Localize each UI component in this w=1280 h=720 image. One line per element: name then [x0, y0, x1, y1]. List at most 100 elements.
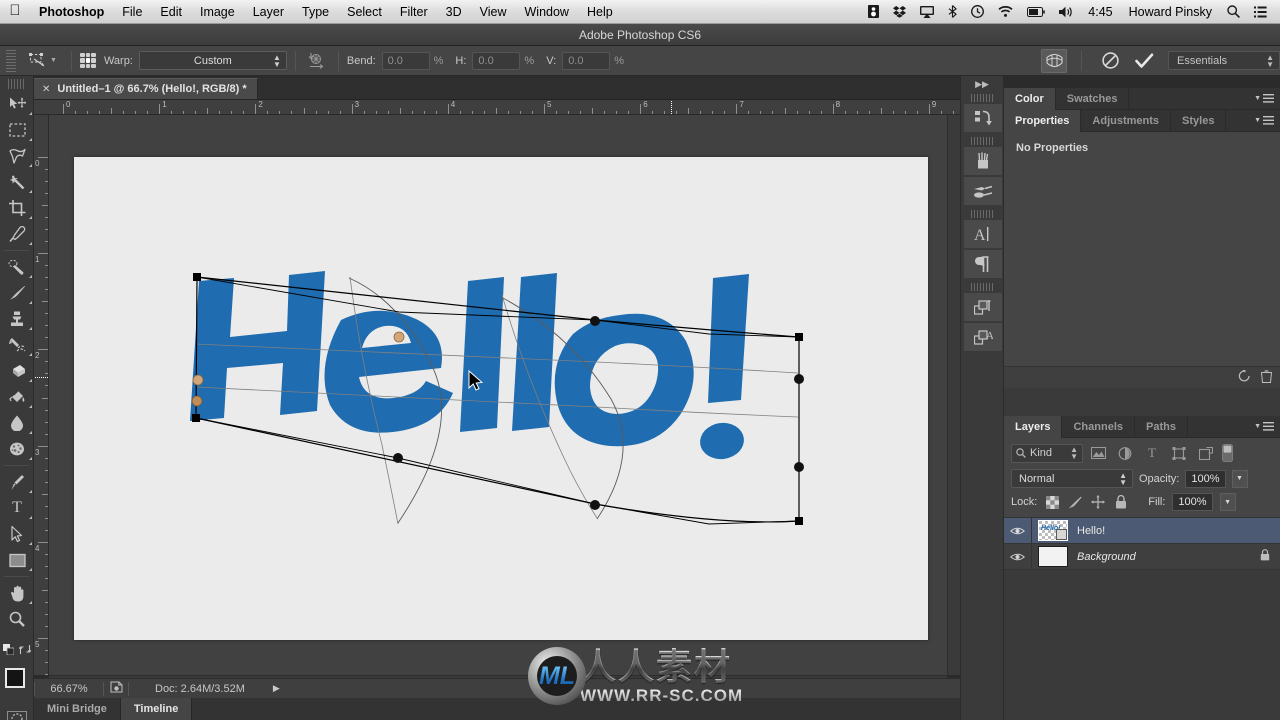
history-icon[interactable] [963, 103, 1003, 133]
menubar-username[interactable]: Howard Pinsky [1121, 5, 1220, 19]
paragraph-styles-icon[interactable]: A [963, 322, 1003, 352]
menu-window[interactable]: Window [516, 0, 578, 24]
timemachine-icon[interactable] [964, 0, 991, 24]
eye-icon[interactable] [1004, 543, 1032, 570]
tab-adjustments[interactable]: Adjustments [1081, 109, 1172, 132]
menu-layer[interactable]: Layer [244, 0, 293, 24]
rectangle-tool[interactable] [0, 547, 34, 573]
paragraph-icon[interactable] [963, 249, 1003, 279]
tool-preset-chevron-down-icon[interactable]: ▼ [50, 57, 57, 64]
dock-grip[interactable] [971, 137, 993, 145]
quick-selection-tool[interactable] [0, 169, 34, 195]
color-swatches[interactable] [0, 664, 34, 706]
vertical-ruler[interactable]: 0123456 [34, 115, 49, 675]
menu-file[interactable]: File [113, 0, 151, 24]
apple-logo-icon[interactable]:  [0, 3, 30, 20]
menu-type[interactable]: Type [293, 0, 338, 24]
volume-icon[interactable] [1052, 0, 1080, 24]
document-preview-icon[interactable] [104, 681, 128, 696]
horizontal-ruler[interactable]: 0 1 2 3 4 5 6 7 8 9 [34, 100, 960, 115]
menu-edit[interactable]: Edit [151, 0, 191, 24]
brush-tool[interactable] [0, 280, 34, 306]
change-warp-orientation-icon[interactable] [304, 49, 330, 73]
tab-channels[interactable]: Channels [1062, 415, 1135, 438]
layer-filter-kind-select[interactable]: Kind ▲ ▼ [1011, 443, 1083, 463]
close-tab-icon[interactable]: ✕ [42, 84, 50, 95]
brush-presets-icon[interactable] [963, 146, 1003, 176]
tab-paths[interactable]: Paths [1135, 415, 1188, 438]
panel-menu-icon[interactable]: ▼ [1254, 116, 1274, 125]
dock-grip[interactable] [971, 283, 993, 291]
crop-tool[interactable] [0, 195, 34, 221]
lock-image-pixels-icon[interactable] [1067, 494, 1083, 510]
hand-tool[interactable] [0, 580, 34, 606]
menu-3d[interactable]: 3D [437, 0, 471, 24]
type-layer-filter-icon[interactable]: T [1140, 443, 1164, 463]
fill-slider-chevron-down-icon[interactable]: ▼ [1219, 493, 1236, 511]
airplay-icon[interactable] [913, 0, 941, 24]
tab-color[interactable]: Color [1004, 87, 1056, 110]
blur-tool[interactable] [0, 410, 34, 436]
h-input[interactable]: 0.0 [472, 51, 521, 70]
blend-mode-select[interactable]: Normal ▲ ▼ [1011, 469, 1133, 488]
layer-name[interactable]: Hello! [1077, 525, 1105, 537]
menubar-clock[interactable]: 4:45 [1080, 5, 1120, 19]
usb-device-icon[interactable] [861, 0, 886, 24]
dock-grip[interactable] [971, 210, 993, 218]
expand-panels-icon[interactable]: ▶▶ [961, 76, 1003, 92]
path-selection-tool[interactable] [0, 521, 34, 547]
lock-all-icon[interactable] [1113, 494, 1129, 510]
dropbox-icon[interactable] [886, 0, 913, 24]
layer-thumbnail[interactable]: Hello! [1038, 520, 1068, 541]
history-brush-tool[interactable] [0, 332, 34, 358]
wifi-icon[interactable] [991, 0, 1020, 24]
type-tool[interactable]: T [0, 495, 34, 521]
canvas-area[interactable] [49, 115, 960, 675]
cancel-transform-icon[interactable] [1096, 49, 1124, 73]
quick-mask-icon[interactable] [0, 706, 34, 720]
document-tab[interactable]: ✕ Untitled–1 @ 66.7% (Hello!, RGB/8) * [34, 78, 258, 99]
warp-overlay[interactable] [49, 115, 960, 675]
move-tool[interactable] [0, 91, 34, 117]
lock-transparent-pixels-icon[interactable] [1044, 494, 1060, 510]
warp-grid-icon[interactable] [79, 52, 96, 69]
tab-swatches[interactable]: Swatches [1056, 87, 1130, 110]
tab-timeline[interactable]: Timeline [120, 698, 193, 720]
zoom-tool[interactable] [0, 606, 34, 632]
notification-center-icon[interactable] [1247, 0, 1274, 24]
opacity-input[interactable]: 100% [1185, 469, 1226, 488]
layer-name[interactable]: Background [1077, 551, 1136, 563]
pen-tool[interactable] [0, 469, 34, 495]
delete-icon[interactable] [1260, 369, 1273, 386]
dock-grip[interactable] [971, 94, 993, 102]
workspace-select[interactable]: Essentials ▲ ▼ [1168, 51, 1280, 70]
foreground-color-swatch[interactable] [5, 668, 25, 688]
warp-style-select[interactable]: Custom ▲ ▼ [138, 51, 287, 70]
menu-select[interactable]: Select [338, 0, 391, 24]
shape-layer-filter-icon[interactable] [1167, 443, 1191, 463]
brush-settings-icon[interactable] [963, 176, 1003, 206]
dodge-tool[interactable] [0, 436, 34, 462]
panel-menu-icon[interactable]: ▼ [1254, 422, 1274, 431]
menu-help[interactable]: Help [578, 0, 622, 24]
character-styles-icon[interactable] [963, 292, 1003, 322]
search-icon[interactable] [1220, 0, 1247, 24]
zoom-level-input[interactable]: 66.67% [35, 683, 103, 695]
tab-styles[interactable]: Styles [1171, 109, 1227, 132]
character-icon[interactable]: A [963, 219, 1003, 249]
bend-input[interactable]: 0.0 [381, 51, 430, 70]
spot-healing-brush-tool[interactable] [0, 254, 34, 280]
gradient-tool[interactable] [0, 384, 34, 410]
v-input[interactable]: 0.0 [562, 51, 611, 70]
smart-object-filter-icon[interactable] [1194, 443, 1218, 463]
table-row[interactable]: Hello! Hello! [1004, 517, 1280, 544]
menu-view[interactable]: View [471, 0, 516, 24]
fill-input[interactable]: 100% [1172, 493, 1213, 511]
tab-mini-bridge[interactable]: Mini Bridge [34, 698, 121, 720]
rectangular-marquee-tool[interactable] [0, 117, 34, 143]
menu-filter[interactable]: Filter [391, 0, 437, 24]
commit-transform-icon[interactable] [1130, 49, 1158, 73]
eye-icon[interactable] [1004, 517, 1032, 544]
eraser-tool[interactable] [0, 358, 34, 384]
lock-position-icon[interactable] [1090, 494, 1106, 510]
